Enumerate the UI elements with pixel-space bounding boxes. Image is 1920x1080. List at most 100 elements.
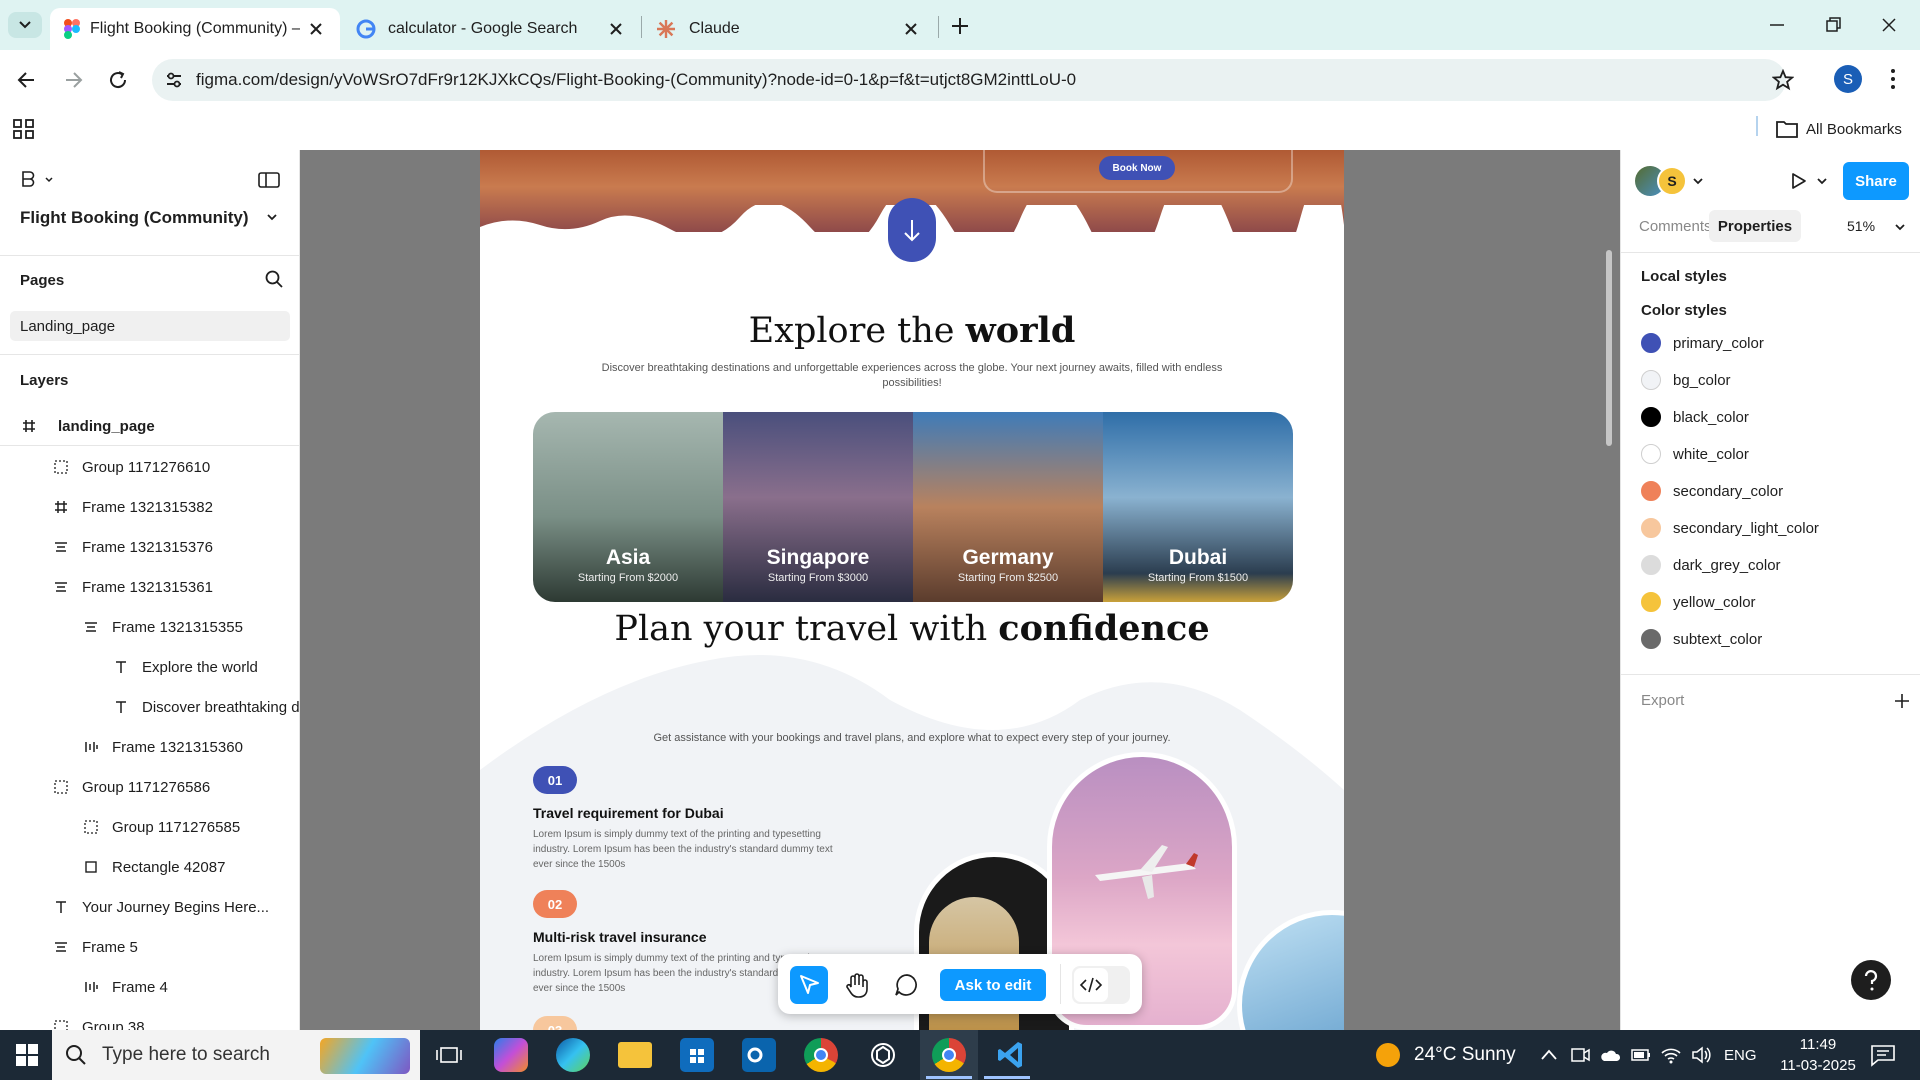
figma-canvas[interactable]: Book Now Explore the world Discover brea…	[300, 150, 1620, 1030]
address-bar[interactable]: figma.com/design/yVoWSrO7dFr9r12KJXkCQs/…	[152, 59, 1794, 101]
search-highlight-image	[320, 1038, 410, 1074]
color-style-item[interactable]: secondary_light_color	[1641, 513, 1819, 543]
hand-tool-icon[interactable]	[840, 968, 874, 1002]
layer-item[interactable]: Your Journey Begins Here...	[0, 887, 299, 927]
close-tab-icon[interactable]	[901, 19, 921, 39]
color-style-item[interactable]: subtext_color	[1641, 624, 1762, 654]
layer-root[interactable]: landing_page	[0, 406, 299, 446]
comment-tool-icon[interactable]	[890, 968, 924, 1002]
menu-kebab-icon[interactable]	[1880, 66, 1906, 92]
layer-item[interactable]: Explore the world	[0, 647, 299, 687]
apps-grid-icon[interactable]	[12, 117, 36, 141]
layer-item[interactable]: Frame 1321315360	[0, 727, 299, 767]
profile-avatar[interactable]: S	[1834, 65, 1862, 93]
layer-item[interactable]: Discover breathtaking destinations	[0, 687, 300, 727]
zoom-level[interactable]: 51%	[1847, 218, 1875, 234]
present-play-icon[interactable]	[1787, 170, 1809, 192]
layer-label: Discover breathtaking destinations	[142, 698, 300, 716]
new-tab-icon[interactable]	[948, 14, 972, 38]
microsoft-store-icon[interactable]	[680, 1038, 714, 1072]
chrome-profile-icon[interactable]	[932, 1038, 966, 1072]
bookmarks-bar: All Bookmarks	[0, 108, 1920, 150]
color-style-item[interactable]: yellow_color	[1641, 587, 1756, 617]
tab-figma[interactable]: Flight Booking (Community) – Figma	[50, 8, 340, 50]
layer-item[interactable]: Frame 1321315376	[0, 527, 299, 567]
language-indicator[interactable]: ENG	[1724, 1030, 1757, 1080]
reload-icon[interactable]	[105, 67, 131, 93]
layer-item[interactable]: Group 1171276610	[0, 447, 299, 487]
layer-item[interactable]: Frame 4	[0, 967, 299, 1007]
frame-icon	[55, 501, 67, 513]
minimize-icon[interactable]	[1762, 10, 1792, 40]
tab-properties[interactable]: Properties	[1709, 218, 1801, 235]
color-style-label: secondary_color	[1673, 482, 1784, 500]
search-icon[interactable]	[264, 269, 284, 289]
color-swatch	[1641, 407, 1661, 427]
close-tab-icon[interactable]	[306, 19, 326, 39]
color-swatch	[1641, 333, 1661, 353]
copilot-icon[interactable]	[494, 1038, 528, 1072]
volume-icon[interactable]	[1690, 1045, 1712, 1065]
ask-to-edit-button[interactable]: Ask to edit	[940, 969, 1046, 1001]
chevron-down-icon[interactable]	[1893, 220, 1907, 234]
destination-cards: Asia Starting From $2000 Singapore Start…	[533, 412, 1293, 602]
canvas-scrollbar[interactable]	[1606, 250, 1612, 446]
tab-claude[interactable]: Claude	[645, 8, 935, 50]
back-icon[interactable]	[14, 67, 40, 93]
layer-item[interactable]: Rectangle 42087	[0, 847, 299, 887]
task-view-icon[interactable]	[432, 1038, 466, 1072]
color-style-item[interactable]: primary_color	[1641, 328, 1764, 358]
edge-icon[interactable]	[556, 1038, 590, 1072]
color-style-item[interactable]: black_color	[1641, 402, 1749, 432]
outlook-icon[interactable]	[742, 1038, 776, 1072]
dev-mode-toggle[interactable]	[1072, 966, 1130, 1004]
add-export-icon[interactable]	[1893, 692, 1911, 710]
battery-icon[interactable]	[1630, 1046, 1652, 1064]
chevron-down-icon[interactable]	[1815, 174, 1829, 188]
layer-item[interactable]: Group 1171276585	[0, 807, 299, 847]
onedrive-icon[interactable]	[1599, 1047, 1621, 1063]
figma-menu-icon[interactable]	[20, 170, 54, 190]
restore-icon[interactable]	[1818, 10, 1848, 40]
user-avatar[interactable]: S	[1657, 166, 1687, 196]
bookmark-star-icon[interactable]	[1772, 69, 1794, 91]
all-bookmarks-button[interactable]: All Bookmarks	[1776, 115, 1902, 143]
share-button[interactable]: Share	[1843, 162, 1909, 200]
chatgpt-icon[interactable]	[866, 1038, 900, 1072]
page-item-landing[interactable]: Landing_page	[10, 311, 290, 341]
chevron-down-icon[interactable]	[1691, 174, 1705, 188]
color-style-item[interactable]: white_color	[1641, 439, 1749, 469]
chrome-icon[interactable]	[804, 1038, 838, 1072]
move-tool-button[interactable]	[790, 966, 828, 1004]
close-tab-icon[interactable]	[606, 19, 626, 39]
clock[interactable]: 11:49 11-03-2025	[1770, 1034, 1866, 1076]
file-name-button[interactable]: Flight Booking (Community)	[20, 208, 283, 228]
tab-google[interactable]: calculator - Google Search	[350, 8, 640, 50]
color-style-item[interactable]: secondary_color	[1641, 476, 1783, 506]
site-info-icon[interactable]	[164, 70, 184, 90]
color-style-item[interactable]: bg_color	[1641, 365, 1731, 395]
layer-item[interactable]: Group 38	[0, 1007, 299, 1030]
windows-start-icon[interactable]	[16, 1044, 38, 1066]
tab-comments[interactable]: Comments	[1639, 218, 1712, 235]
weather-widget[interactable]: 24°C Sunny	[1376, 1030, 1516, 1080]
toggle-sidebar-icon[interactable]	[258, 170, 280, 190]
layer-item[interactable]: Frame 5	[0, 927, 299, 967]
file-explorer-icon[interactable]	[618, 1042, 652, 1068]
taskbar-search-box[interactable]: Type here to search	[52, 1030, 420, 1080]
vscode-icon[interactable]	[994, 1038, 1028, 1072]
layer-item[interactable]: Frame 1321315361	[0, 567, 299, 607]
notification-icon[interactable]	[1870, 1043, 1896, 1067]
chevron-up-icon[interactable]	[1540, 1047, 1558, 1063]
layer-item[interactable]: Frame 1321315382	[0, 487, 299, 527]
wifi-icon[interactable]	[1660, 1045, 1682, 1065]
close-window-icon[interactable]	[1874, 10, 1904, 40]
destination-card: Dubai Starting From $1500	[1103, 412, 1293, 602]
tab-search-button[interactable]	[8, 12, 42, 38]
layer-item[interactable]: Frame 1321315355	[0, 607, 299, 647]
layer-item[interactable]: Group 1171276586	[0, 767, 299, 807]
color-style-item[interactable]: dark_grey_color	[1641, 550, 1781, 580]
meet-now-icon[interactable]	[1570, 1046, 1590, 1064]
forward-icon[interactable]	[60, 67, 86, 93]
help-button[interactable]	[1851, 960, 1891, 1000]
